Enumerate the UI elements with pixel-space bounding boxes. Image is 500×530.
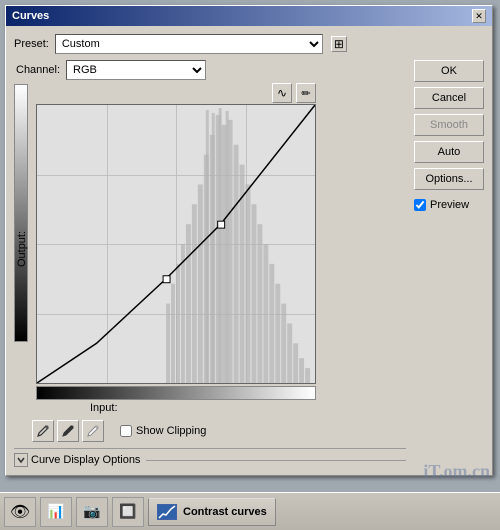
cdo-separator — [146, 460, 406, 461]
show-clipping-checkbox[interactable] — [120, 425, 132, 437]
curve-column: ∿ ✏ — [36, 84, 316, 414]
channel-label: Channel: — [16, 64, 60, 76]
curves-dialog: Curves ✕ Preset: Custom Default Linear C… — [5, 5, 493, 476]
preset-label: Preset: — [14, 38, 49, 50]
preview-row: Preview — [414, 199, 484, 211]
input-gradient — [36, 386, 316, 400]
taskbar-btn-label: Contrast curves — [183, 506, 267, 518]
preview-label: Preview — [430, 199, 469, 211]
white-eyedropper[interactable] — [82, 420, 104, 442]
smooth-button[interactable]: Smooth — [414, 114, 484, 136]
histogram-svg — [37, 105, 315, 383]
options-button[interactable]: Options... — [414, 168, 484, 190]
dialog-title: Curves — [12, 10, 49, 22]
channel-row: Channel: RGB Red Green Blue — [14, 60, 406, 80]
eyedropper-group — [32, 420, 104, 442]
curve-draw-tool[interactable]: ∿ — [272, 83, 292, 103]
curve-canvas[interactable] — [36, 104, 316, 384]
taskbar-chart-icon[interactable]: 📊 — [40, 497, 72, 527]
input-label: Input: — [90, 402, 118, 414]
curve-graph-wrapper: Output: ∿ ✏ — [14, 84, 406, 414]
cdo-label: Curve Display Options — [31, 454, 140, 466]
taskbar: 👁 📊 📷 🔲 Contrast curves — [0, 492, 500, 530]
auto-button[interactable]: Auto — [414, 141, 484, 163]
expand-arrow-icon — [14, 453, 28, 467]
taskbar-box-icon[interactable]: 🔲 — [112, 497, 144, 527]
ok-button[interactable]: OK — [414, 60, 484, 82]
taskbar-btn-icon — [157, 504, 177, 520]
right-buttons: OK Cancel Smooth Auto Options... Preview — [414, 60, 484, 211]
cancel-button[interactable]: Cancel — [414, 87, 484, 109]
black-eyedropper[interactable] — [57, 420, 79, 442]
curve-display-options-btn[interactable]: Curve Display Options — [14, 453, 140, 467]
sample-eyedropper[interactable] — [32, 420, 54, 442]
channel-select[interactable]: RGB Red Green Blue — [66, 60, 206, 80]
preset-row: Preset: Custom Default Linear Contrast M… — [14, 34, 484, 54]
taskbar-eye-icon[interactable]: 👁 — [4, 497, 36, 527]
output-gradient — [14, 84, 28, 342]
preview-checkbox[interactable] — [414, 199, 426, 211]
title-bar: Curves ✕ — [6, 6, 492, 26]
show-clipping-label: Show Clipping — [136, 425, 206, 437]
dialog-body: Preset: Custom Default Linear Contrast M… — [6, 26, 492, 475]
main-area: Channel: RGB Red Green Blue Output: — [14, 60, 484, 467]
show-clipping-row: Show Clipping — [120, 425, 206, 437]
close-button[interactable]: ✕ — [472, 9, 486, 23]
curve-options-icon[interactable]: ⊞ — [331, 36, 347, 52]
pencil-draw-tool[interactable]: ✏ — [296, 83, 316, 103]
curve-area: Channel: RGB Red Green Blue Output: — [14, 60, 406, 467]
taskbar-active-btn[interactable]: Contrast curves — [148, 498, 276, 526]
preset-select[interactable]: Custom Default Linear Contrast Medium Co… — [55, 34, 323, 54]
taskbar-camera-icon[interactable]: 📷 — [76, 497, 108, 527]
curve-display-options-row: Curve Display Options — [14, 448, 406, 467]
output-label: Output: — [16, 231, 28, 267]
tools-row: Show Clipping — [14, 420, 406, 442]
